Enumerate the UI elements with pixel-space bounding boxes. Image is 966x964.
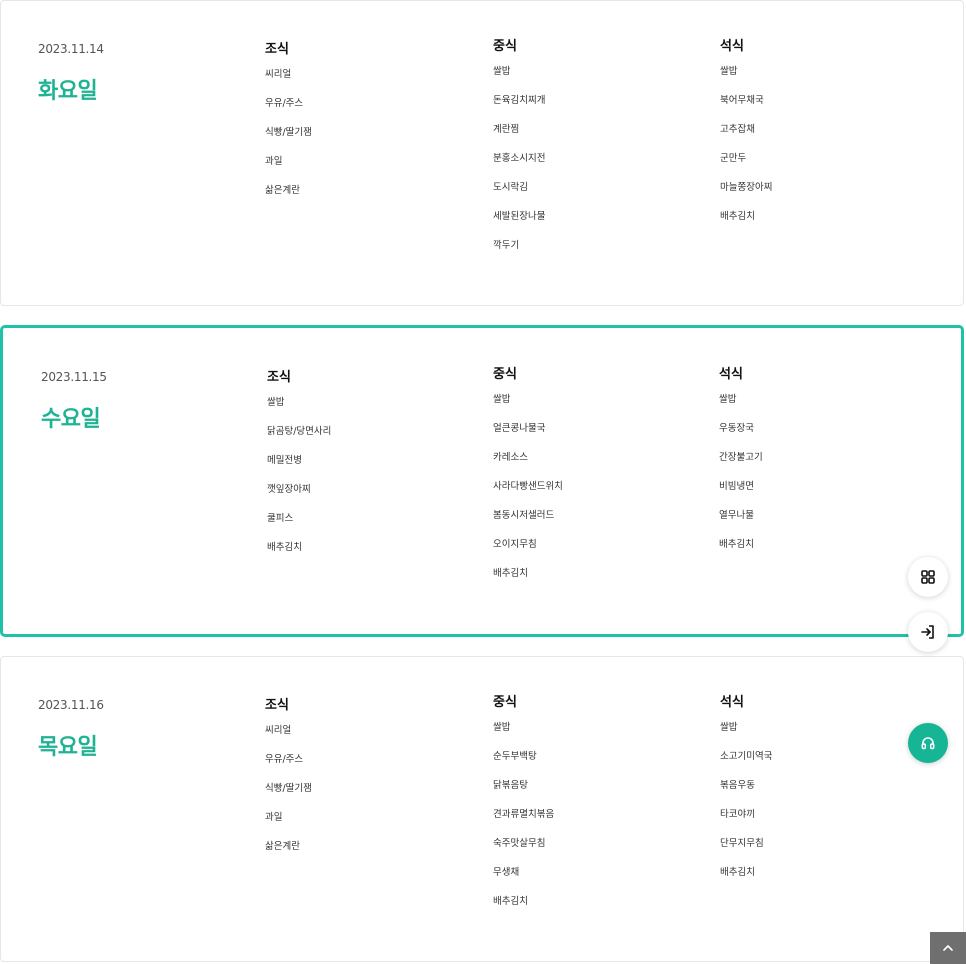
menu-item: 봄동시저샐러드 [493,510,555,521]
day-card: 2023.11.16 목요일 조식 씨리얼 우유/주스 식빵/딸기잼 과일 삶은… [0,656,964,962]
menu-item: 비빔냉면 [719,481,754,492]
menu-item: 쌀밥 [267,397,285,408]
menu-item: 세발된장나물 [493,211,546,222]
meal-dinner: 석식 쌀밥 우동장국 간장불고기 비빔냉면 열무나물 배추김치 [719,365,919,568]
chevron-up-icon [943,945,953,951]
day-weekday: 목요일 [38,735,98,760]
menu-item: 씨리얼 [265,69,292,80]
menu-item: 메밀전병 [267,455,302,466]
login-button[interactable] [908,612,948,652]
meal-lunch: 중식 쌀밥 얼큰콩나물국 카레소스 사라다빵샌드위치 봄동시저샐러드 오이지무침… [493,365,693,597]
menu-item: 견과류멸치볶음 [493,809,555,820]
meal-breakfast: 조식 쌀밥 닭곰탕/당면사리 메밀전병 깻잎장아찌 쿨피스 배추김치 [267,368,467,571]
meal-title: 중식 [493,39,517,54]
menu-item: 닭볶음탕 [493,780,528,791]
menu-item: 북어무채국 [720,95,764,106]
menu-item: 고추잡채 [720,124,755,135]
quick-menu-button[interactable] [908,557,948,597]
meal-lunch: 중식 쌀밥 순두부백탕 닭볶음탕 견과류멸치볶음 숙주맛살무침 무생채 배추김치 [493,693,693,925]
menu-item: 배추김치 [493,896,528,907]
menu-item: 열무나물 [719,510,754,521]
meal-title: 중식 [493,367,517,382]
menu-item: 쌀밥 [493,394,511,405]
grid-icon [921,570,935,584]
menu-item: 씨리얼 [265,725,292,736]
menu-item: 오이지무침 [493,539,537,550]
menu-item: 소고기미역국 [720,751,773,762]
day-weekday: 화요일 [38,79,98,104]
menu-item: 분홍소시지전 [493,153,546,164]
day-weekday: 수요일 [41,407,101,432]
day-date: 2023.11.15 [41,370,107,384]
menu-item: 삶은계란 [265,841,300,852]
menu-item: 쌀밥 [493,722,511,733]
menu-item: 배추김치 [719,539,754,550]
menu-item: 배추김치 [493,568,528,579]
headset-icon [921,737,935,750]
scroll-top-button[interactable] [930,932,966,964]
meal-title: 석식 [719,367,743,382]
support-button[interactable] [908,723,948,763]
menu-item: 깻잎장아찌 [267,484,311,495]
meal-breakfast: 조식 씨리얼 우유/주스 식빵/딸기잼 과일 삶은계란 [265,40,465,214]
login-icon [921,625,934,639]
menu-item: 쌀밥 [493,66,511,77]
meal-title: 석식 [720,39,744,54]
menu-item: 타코야끼 [720,809,755,820]
menu-item: 쌀밥 [720,722,738,733]
meal-lunch: 중식 쌀밥 돈육김치찌개 계란찜 분홍소시지전 도시락김 세발된장나물 깍두기 [493,37,693,269]
menu-item: 쌀밥 [719,394,737,405]
menu-item: 단무지무침 [720,838,764,849]
menu-item: 무생채 [493,867,520,878]
meal-breakfast: 조식 씨리얼 우유/주스 식빵/딸기잼 과일 삶은계란 [265,696,465,870]
day-date: 2023.11.14 [38,42,104,56]
menu-item: 카레소스 [493,452,528,463]
meal-title: 조식 [265,698,289,713]
menu-item: 얼큰콩나물국 [493,423,546,434]
menu-item: 우유/주스 [265,98,304,109]
menu-item: 마늘쫑장아찌 [720,182,773,193]
menu-item: 간장불고기 [719,452,763,463]
menu-item: 숙주맛살무침 [493,838,546,849]
menu-item: 과일 [265,812,283,823]
menu-item: 우유/주스 [265,754,304,765]
menu-item: 배추김치 [720,211,755,222]
menu-item: 배추김치 [720,867,755,878]
menu-item: 닭곰탕/당면사리 [267,426,332,437]
menu-item: 사라다빵샌드위치 [493,481,563,492]
meal-title: 석식 [720,695,744,710]
menu-item: 과일 [265,156,283,167]
menu-item: 쌀밥 [720,66,738,77]
menu-item: 군만두 [720,153,747,164]
menu-item: 순두부백탕 [493,751,537,762]
menu-item: 돈육김치찌개 [493,95,546,106]
menu-item: 식빵/딸기잼 [265,783,312,794]
day-date: 2023.11.16 [38,698,104,712]
menu-item: 우동장국 [719,423,754,434]
menu-item: 볶음우동 [720,780,755,791]
menu-item: 쿨피스 [267,513,294,524]
menu-item: 깍두기 [493,240,520,251]
meal-title: 조식 [265,42,289,57]
menu-item: 배추김치 [267,542,302,553]
menu-item: 식빵/딸기잼 [265,127,312,138]
meal-dinner: 석식 쌀밥 소고기미역국 볶음우동 타코야끼 단무지무침 배추김치 [720,693,920,896]
menu-item: 삶은계란 [265,185,300,196]
meal-dinner: 석식 쌀밥 북어무채국 고추잡채 군만두 마늘쫑장아찌 배추김치 [720,37,920,240]
meal-title: 중식 [493,695,517,710]
day-card-today: 2023.11.15 수요일 조식 쌀밥 닭곰탕/당면사리 메밀전병 깻잎장아찌… [0,325,964,637]
day-card: 2023.11.14 화요일 조식 씨리얼 우유/주스 식빵/딸기잼 과일 삶은… [0,0,964,306]
meal-title: 조식 [267,370,291,385]
menu-item: 계란찜 [493,124,520,135]
menu-item: 도시락김 [493,182,528,193]
